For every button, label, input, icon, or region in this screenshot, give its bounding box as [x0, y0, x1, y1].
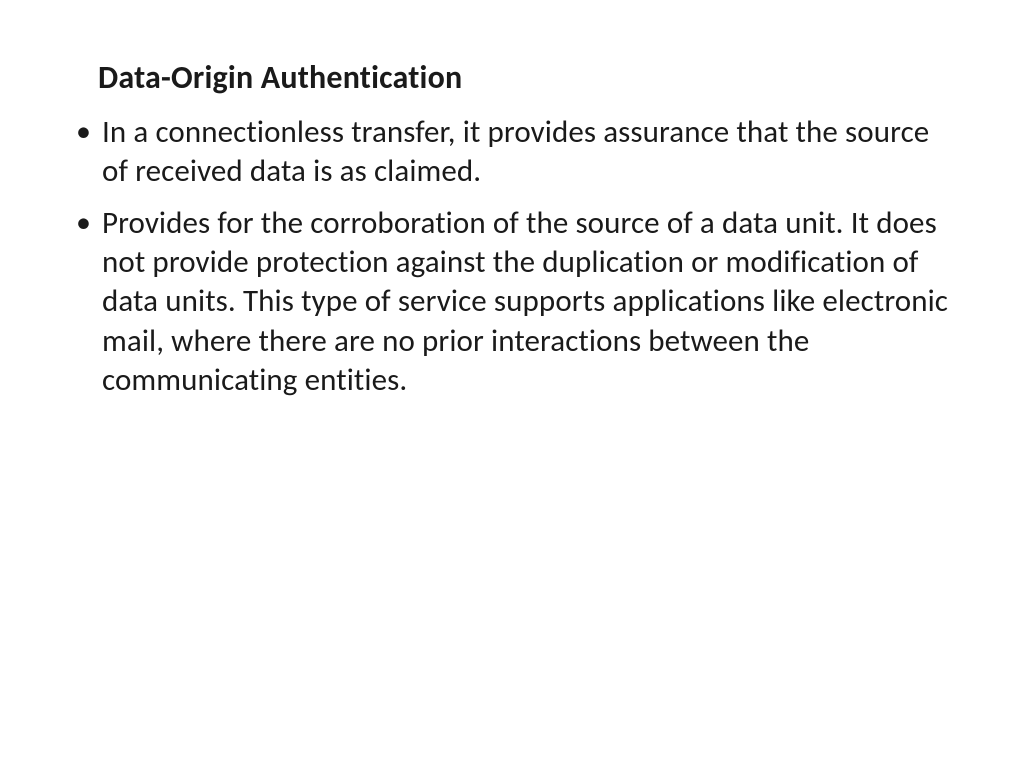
bullet-list: In a connectionless transfer, it provide…: [68, 113, 956, 401]
list-item: In a connectionless transfer, it provide…: [68, 113, 956, 192]
slide-title: Data-Origin Authentication: [98, 58, 956, 97]
list-item: Provides for the corroboration of the so…: [68, 204, 956, 401]
